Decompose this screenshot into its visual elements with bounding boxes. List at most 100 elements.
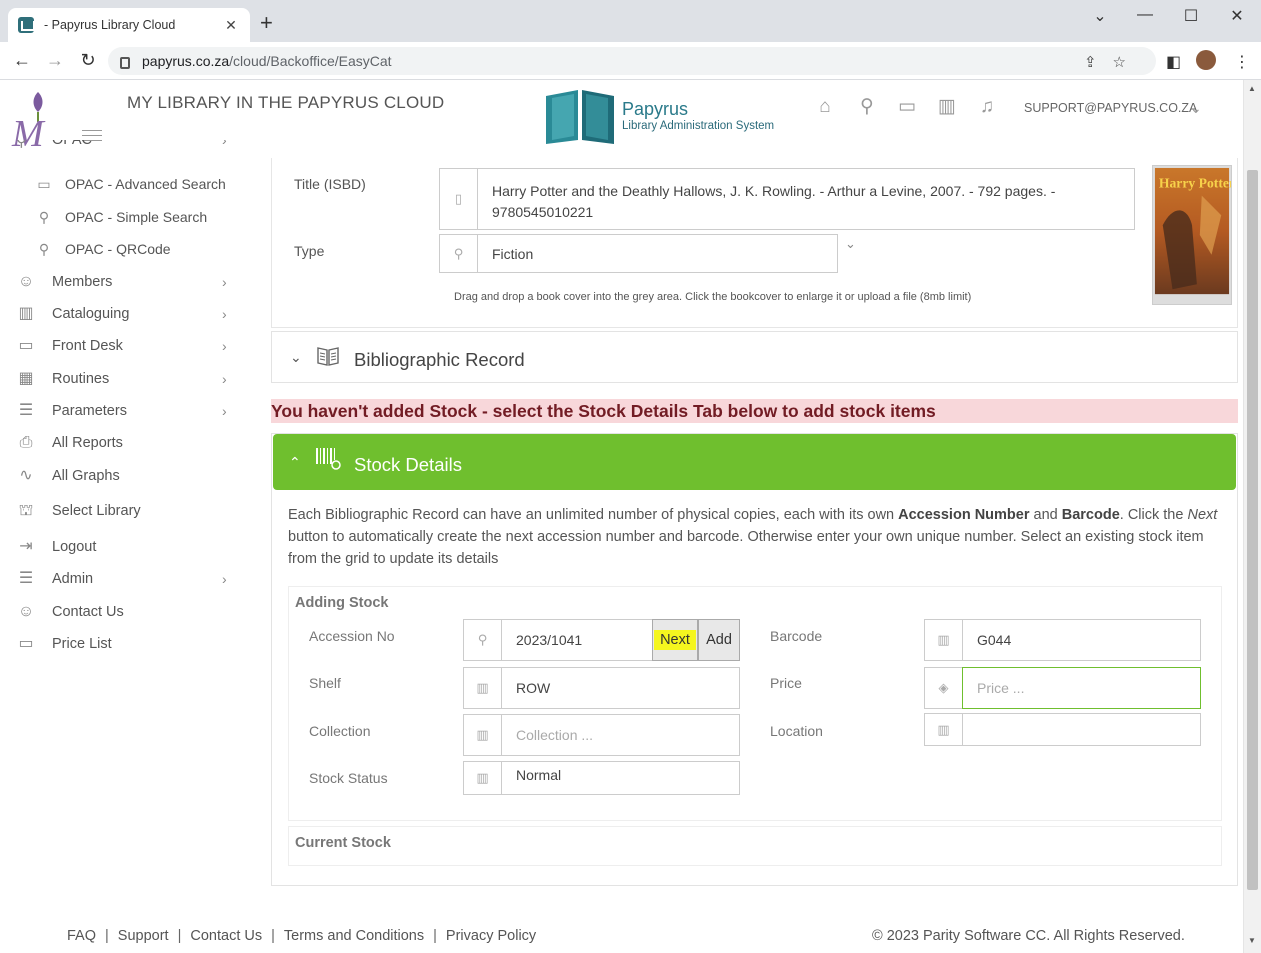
url-path: /cloud/Backoffice/EasyCat xyxy=(229,53,392,69)
stock-details-header[interactable]: ⌃ Stock Details xyxy=(273,434,1236,490)
bell-icon[interactable]: ♫ xyxy=(976,96,998,118)
minimize-icon[interactable]: — xyxy=(1130,6,1160,24)
type-select[interactable]: ⚲ Fiction xyxy=(439,234,838,273)
title-label: Title (ISBD) xyxy=(294,176,366,192)
sidebar-item-cataloguing[interactable]: ▥ Cataloguing › xyxy=(0,300,252,328)
search-icon[interactable]: ⚲ xyxy=(856,96,878,118)
copyright: © 2023 Parity Software CC. All Rights Re… xyxy=(872,928,1185,944)
book-cover-image[interactable]: Harry Potter xyxy=(1152,165,1232,305)
sidepanel-icon[interactable]: ◧ xyxy=(1166,52,1181,72)
book-icon[interactable]: ▥ xyxy=(936,96,958,118)
location-input[interactable]: ▥ xyxy=(924,713,1201,746)
footer-link-terms[interactable]: Terms and Conditions xyxy=(284,928,424,944)
sidebar-item-opac-qrcode[interactable]: ⚲ OPAC - QRCode xyxy=(0,235,252,263)
desk-icon[interactable]: ▭ xyxy=(896,96,918,118)
sidebar-item-opac-partial[interactable]: ⚲ OPAC › xyxy=(16,140,252,158)
sidebar-item-parameters[interactable]: ☰ Parameters › xyxy=(0,397,252,425)
footer: FAQ | Support | Contact Us | Terms and Conditi… xyxy=(0,925,1243,949)
sidebar-item-members[interactable]: ☺ Members › xyxy=(0,268,252,296)
shelf-value: ROW xyxy=(516,680,551,696)
sidebar-item-price-list[interactable]: ▭ Price List xyxy=(0,630,252,658)
back-icon[interactable]: ← xyxy=(10,50,34,70)
desk-icon: ▭ xyxy=(18,337,34,354)
footer-separator: | xyxy=(271,928,275,944)
footer-link-contact-us[interactable]: Contact Us xyxy=(190,928,262,944)
money-icon: ◈ xyxy=(925,668,963,708)
collection-input[interactable]: ▥ Collection ... xyxy=(463,714,740,756)
shelf-icon: ▥ xyxy=(464,715,502,755)
browser-toolbar: ← → ↻ papyrus.co.za/cloud/Backoffice/Eas… xyxy=(0,42,1261,80)
sidebar-item-label: Cataloguing xyxy=(52,306,130,322)
page-scrollbar[interactable]: ▲ ▼ xyxy=(1243,80,1261,953)
shelf-input[interactable]: ▥ ROW xyxy=(463,667,740,709)
list-icon: ☰ xyxy=(18,402,34,419)
sidebar-item-opac-simple-search[interactable]: ⚲ OPAC - Simple Search xyxy=(0,203,252,231)
user-icon: ☺ xyxy=(17,603,35,620)
chevron-right-icon: › xyxy=(222,571,227,587)
sidebar-item-label: Routines xyxy=(52,371,110,387)
accession-value: 2023/1041 xyxy=(516,632,583,648)
panel-title: Bibliographic Record xyxy=(354,349,525,370)
next-button[interactable]: Next xyxy=(652,619,698,661)
title-field[interactable]: ▯ Harry Potter and the Deathly Hallows, … xyxy=(439,168,1135,230)
profile-avatar[interactable] xyxy=(1196,50,1216,70)
favicon-icon xyxy=(18,17,35,33)
sidebar-item-label: OPAC - QRCode xyxy=(65,241,171,257)
footer-link-privacy[interactable]: Privacy Policy xyxy=(446,928,536,944)
sidebar-item-label: OPAC xyxy=(52,140,93,148)
sidebar-item-routines[interactable]: ▦ Routines › xyxy=(0,365,252,393)
sidebar-item-select-library[interactable]: ⛫ Select Library xyxy=(0,497,252,525)
browser-menu-icon[interactable]: ⋮ xyxy=(1234,52,1250,72)
sidebar-item-contact-us[interactable]: ☺ Contact Us xyxy=(0,598,252,626)
sidebar-item-all-graphs[interactable]: ∿ All Graphs xyxy=(0,462,252,490)
stock-status-select[interactable]: ▥ Normal xyxy=(463,761,740,795)
maximize-icon[interactable]: ☐ xyxy=(1176,6,1206,26)
desc-bold-accession: Accession Number xyxy=(898,507,1030,523)
collection-label: Collection xyxy=(309,723,371,739)
brand-logo: Papyrus Library Administration System xyxy=(544,86,774,144)
tab-search-icon[interactable]: ⌄ xyxy=(1085,6,1115,26)
chevron-down-icon[interactable]: ⌄ xyxy=(845,236,856,252)
search-icon: ⚲ xyxy=(38,241,50,257)
adding-stock-form: Adding Stock Accession No ⚲ 2023/1041 Ne… xyxy=(288,586,1222,821)
sidebar-item-admin[interactable]: ☰ Admin › xyxy=(0,565,252,593)
stock-description: Each Bibliographic Record can have an un… xyxy=(288,504,1218,570)
footer-separator: | xyxy=(433,928,437,944)
price-input[interactable]: ◈ Price ... xyxy=(924,667,1201,709)
new-tab-button[interactable]: + xyxy=(260,12,273,34)
scroll-thumb[interactable] xyxy=(1247,170,1258,890)
scroll-down-icon[interactable]: ▼ xyxy=(1248,936,1256,945)
window-close-icon[interactable]: ✕ xyxy=(1222,6,1252,26)
brand-name: Papyrus xyxy=(622,98,689,119)
browser-tab[interactable]: - Papyrus Library Cloud ✕ xyxy=(8,8,250,42)
chevron-down-icon[interactable]: ⌄ xyxy=(290,349,302,366)
home-icon[interactable]: ⌂ xyxy=(814,96,836,118)
sidebar-item-label: Select Library xyxy=(52,503,141,519)
tab-close-icon[interactable]: ✕ xyxy=(222,17,240,34)
scroll-up-icon[interactable]: ▲ xyxy=(1248,84,1256,93)
forward-icon[interactable]: → xyxy=(43,50,67,70)
add-button[interactable]: Add xyxy=(698,619,740,661)
chevron-down-icon[interactable]: ⌄ xyxy=(1190,100,1202,117)
chevron-up-icon[interactable]: ⌃ xyxy=(289,454,301,471)
sidebar-item-all-reports[interactable]: ⎙ All Reports xyxy=(0,429,252,457)
next-button-label: Next xyxy=(654,630,696,650)
support-email-menu[interactable]: SUPPORT@PAPYRUS.CO.ZA xyxy=(1024,101,1197,115)
barcode-input[interactable]: ▥ G044 xyxy=(924,619,1201,661)
reload-icon[interactable]: ↻ xyxy=(76,50,100,70)
graph-icon: ∿ xyxy=(19,467,33,484)
sidebar-item-front-desk[interactable]: ▭ Front Desk › xyxy=(0,332,252,360)
footer-separator: | xyxy=(105,928,109,944)
site-title: MY LIBRARY IN THE PAPYRUS CLOUD xyxy=(127,93,445,112)
share-and-bookmark-icons[interactable]: ⇪☆ xyxy=(1084,53,1142,71)
sidebar-item-label: OPAC - Simple Search xyxy=(65,209,208,225)
bibliographic-record-panel[interactable]: ⌄ Bibliographic Record xyxy=(271,331,1238,383)
footer-link-faq[interactable]: FAQ xyxy=(67,928,96,944)
sidebar-item-logout[interactable]: ⇥ Logout xyxy=(0,533,252,561)
accession-input[interactable]: ⚲ 2023/1041 xyxy=(463,619,653,661)
sidebar-item-label: OPAC - Advanced Search xyxy=(65,176,226,192)
sidebar-item-opac-advanced-search[interactable]: ▭ OPAC - Advanced Search xyxy=(0,170,252,198)
address-bar[interactable]: papyrus.co.za/cloud/Backoffice/EasyCat ⇪… xyxy=(108,47,1156,75)
footer-link-support[interactable]: Support xyxy=(118,928,169,944)
sidebar-item-label: Logout xyxy=(52,539,97,555)
